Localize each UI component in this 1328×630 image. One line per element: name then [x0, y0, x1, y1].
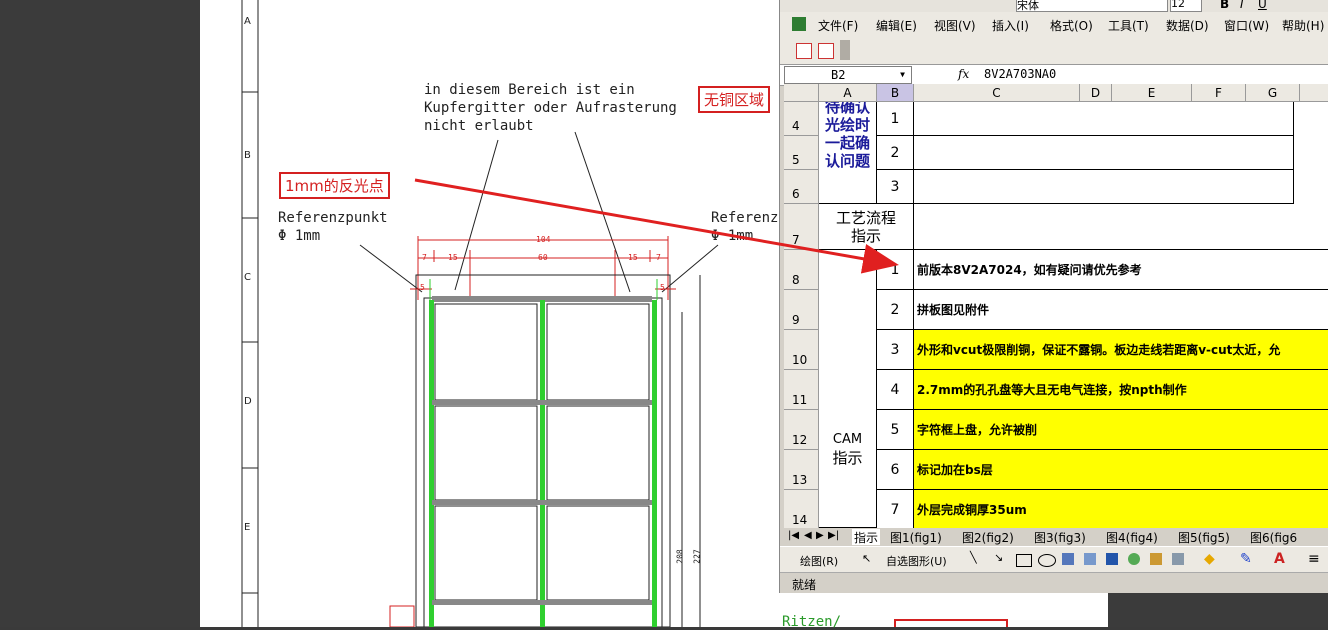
red-arrow — [414, 178, 899, 274]
